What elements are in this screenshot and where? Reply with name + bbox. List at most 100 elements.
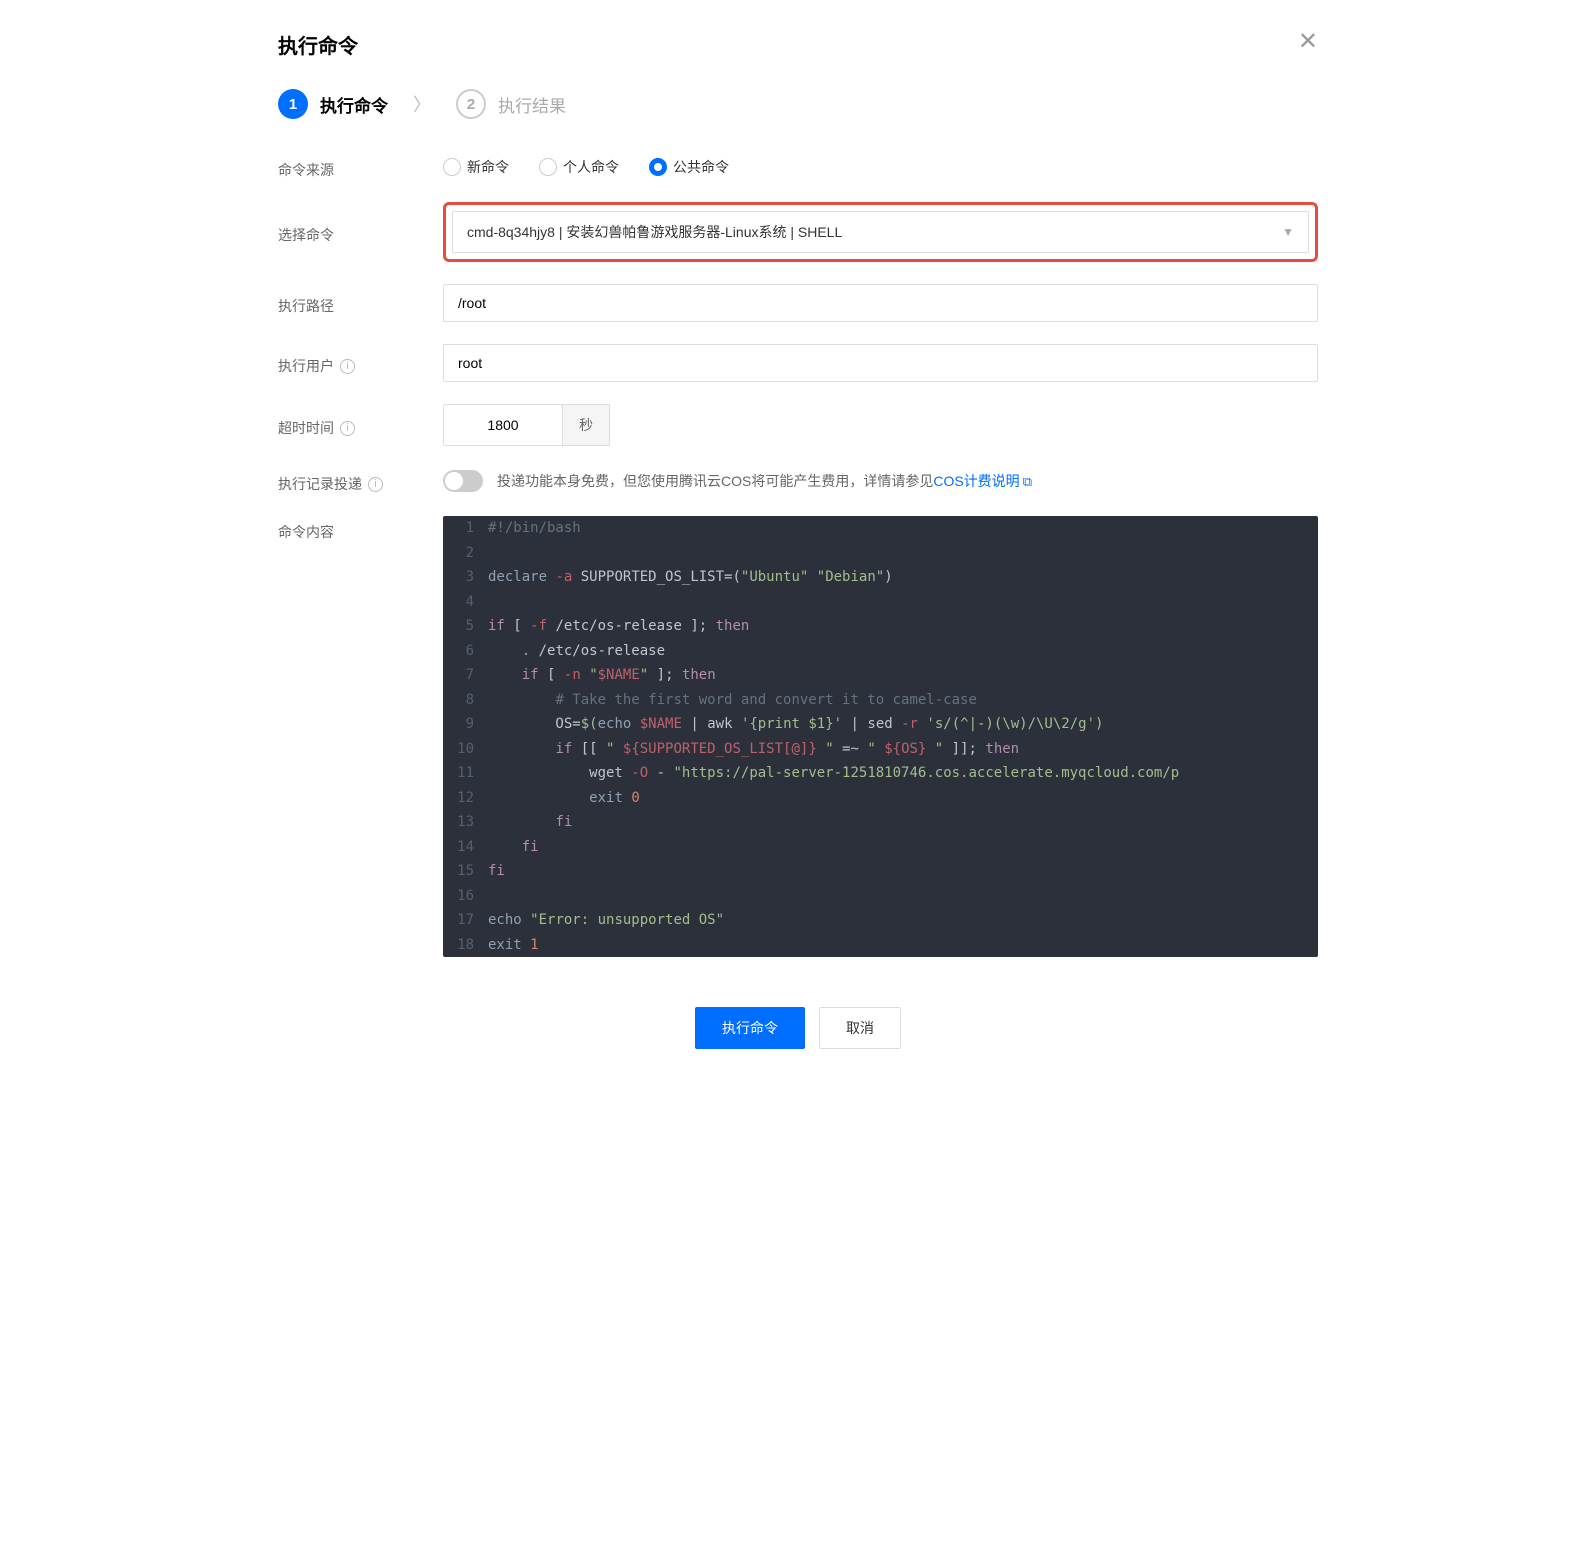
step-separator: 〉	[413, 91, 431, 117]
code-line: 3declare -a SUPPORTED_OS_LIST=("Ubuntu" …	[443, 565, 1318, 590]
code-content: if [ -f /etc/os-release ]; then	[488, 614, 1318, 639]
execute-button[interactable]: 执行命令	[695, 1007, 805, 1049]
code-line: 17echo "Error: unsupported OS"	[443, 908, 1318, 933]
code-content: if [ -n "$NAME" ]; then	[488, 663, 1318, 688]
timeout-input[interactable]	[443, 404, 563, 446]
line-number: 6	[443, 639, 488, 664]
code-content: #!/bin/bash	[488, 516, 1318, 541]
radio-icon	[649, 158, 667, 176]
step-2-number: 2	[456, 89, 486, 119]
row-exec-path: 执行路径	[278, 284, 1318, 322]
exec-path-input[interactable]	[443, 284, 1318, 322]
step-indicator: 1 执行命令 〉 2 执行结果	[278, 89, 1318, 119]
code-line: 5if [ -f /etc/os-release ]; then	[443, 614, 1318, 639]
line-number: 3	[443, 565, 488, 590]
radio-group-source: 新命令 个人命令 公共命令	[443, 157, 1318, 177]
code-line: 16	[443, 884, 1318, 909]
row-select-command: 选择命令 cmd-8q34hjy8 | 安装幻兽帕鲁游戏服务器-Linux系统 …	[278, 202, 1318, 262]
line-number: 1	[443, 516, 488, 541]
label-command-source: 命令来源	[278, 154, 443, 180]
external-link-icon: ⧉	[1023, 474, 1032, 489]
code-content: fi	[488, 810, 1318, 835]
line-number: 17	[443, 908, 488, 933]
line-number: 16	[443, 884, 488, 909]
step-2-label: 执行结果	[498, 92, 566, 117]
select-command-dropdown[interactable]: cmd-8q34hjy8 | 安装幻兽帕鲁游戏服务器-Linux系统 | SHE…	[452, 211, 1309, 253]
cos-pricing-link[interactable]: COS计费说明	[933, 473, 1019, 489]
line-number: 10	[443, 737, 488, 762]
radio-public-command[interactable]: 公共命令	[649, 157, 729, 177]
radio-personal-command[interactable]: 个人命令	[539, 157, 619, 177]
code-content: OS=$(echo $NAME | awk '{print $1}' | sed…	[488, 712, 1318, 737]
line-number: 9	[443, 712, 488, 737]
label-delivery: 执行记录投递 i	[278, 468, 443, 494]
code-content: echo "Error: unsupported OS"	[488, 908, 1318, 933]
radio-new-label: 新命令	[467, 157, 509, 177]
step-1[interactable]: 1 执行命令	[278, 89, 388, 119]
step-2[interactable]: 2 执行结果	[456, 89, 566, 119]
code-content: wget -O - "https://pal-server-1251810746…	[488, 761, 1318, 786]
line-number: 13	[443, 810, 488, 835]
radio-icon	[443, 158, 461, 176]
chevron-down-icon: ▼	[1282, 225, 1294, 239]
line-number: 15	[443, 859, 488, 884]
radio-new-command[interactable]: 新命令	[443, 157, 509, 177]
code-content: fi	[488, 835, 1318, 860]
delivery-hint: 投递功能本身免费，但您使用腾讯云COS将可能产生费用，详情请参见COS计费说明⧉	[497, 471, 1032, 491]
exec-user-input[interactable]	[443, 344, 1318, 382]
info-icon[interactable]: i	[340, 421, 355, 436]
code-line: 13 fi	[443, 810, 1318, 835]
cancel-button[interactable]: 取消	[819, 1007, 901, 1049]
delivery-toggle[interactable]	[443, 470, 483, 492]
code-content: exit 1	[488, 933, 1318, 958]
code-line: 12 exit 0	[443, 786, 1318, 811]
label-command-content: 命令内容	[278, 516, 443, 542]
label-exec-user: 执行用户 i	[278, 350, 443, 376]
modal-title: 执行命令	[278, 30, 1318, 59]
code-line: 14 fi	[443, 835, 1318, 860]
code-line: 9 OS=$(echo $NAME | awk '{print $1}' | s…	[443, 712, 1318, 737]
timeout-unit: 秒	[563, 404, 610, 446]
close-icon: ✕	[1298, 28, 1318, 55]
info-icon[interactable]: i	[368, 477, 383, 492]
code-line: 7 if [ -n "$NAME" ]; then	[443, 663, 1318, 688]
line-number: 8	[443, 688, 488, 713]
row-timeout: 超时时间 i 秒	[278, 404, 1318, 446]
line-number: 4	[443, 590, 488, 615]
line-number: 2	[443, 541, 488, 566]
code-line: 4	[443, 590, 1318, 615]
chevron-right-icon: 〉	[413, 95, 431, 115]
radio-icon	[539, 158, 557, 176]
label-select-command: 选择命令	[278, 219, 443, 245]
radio-personal-label: 个人命令	[563, 157, 619, 177]
code-content: exit 0	[488, 786, 1318, 811]
code-content: fi	[488, 859, 1318, 884]
line-number: 5	[443, 614, 488, 639]
step-1-number: 1	[278, 89, 308, 119]
code-line: 10 if [[ " ${SUPPORTED_OS_LIST[@]} " =~ …	[443, 737, 1318, 762]
row-command-source: 命令来源 新命令 个人命令 公共命令	[278, 154, 1318, 180]
code-line: 8 # Take the first word and convert it t…	[443, 688, 1318, 713]
code-content: declare -a SUPPORTED_OS_LIST=("Ubuntu" "…	[488, 565, 1318, 590]
code-content: # Take the first word and convert it to …	[488, 688, 1318, 713]
modal-footer: 执行命令 取消	[278, 987, 1318, 1049]
code-line: 18exit 1	[443, 933, 1318, 958]
select-highlight-box: cmd-8q34hjy8 | 安装幻兽帕鲁游戏服务器-Linux系统 | SHE…	[443, 202, 1318, 262]
execute-command-modal: 执行命令 ✕ 1 执行命令 〉 2 执行结果 命令来源 新命令 个人	[248, 0, 1348, 1069]
line-number: 14	[443, 835, 488, 860]
row-delivery: 执行记录投递 i 投递功能本身免费，但您使用腾讯云COS将可能产生费用，详情请参…	[278, 468, 1318, 494]
code-line: 15fi	[443, 859, 1318, 884]
step-1-label: 执行命令	[320, 92, 388, 117]
close-button[interactable]: ✕	[1298, 30, 1318, 54]
row-command-content: 命令内容 1#!/bin/bash23declare -a SUPPORTED_…	[278, 516, 1318, 957]
code-content	[488, 541, 1318, 566]
line-number: 7	[443, 663, 488, 688]
code-line: 1#!/bin/bash	[443, 516, 1318, 541]
label-timeout: 超时时间 i	[278, 412, 443, 438]
code-content	[488, 590, 1318, 615]
select-command-value: cmd-8q34hjy8 | 安装幻兽帕鲁游戏服务器-Linux系统 | SHE…	[467, 222, 842, 242]
code-line: 11 wget -O - "https://pal-server-1251810…	[443, 761, 1318, 786]
label-exec-path: 执行路径	[278, 290, 443, 316]
code-editor[interactable]: 1#!/bin/bash23declare -a SUPPORTED_OS_LI…	[443, 516, 1318, 957]
info-icon[interactable]: i	[340, 359, 355, 374]
